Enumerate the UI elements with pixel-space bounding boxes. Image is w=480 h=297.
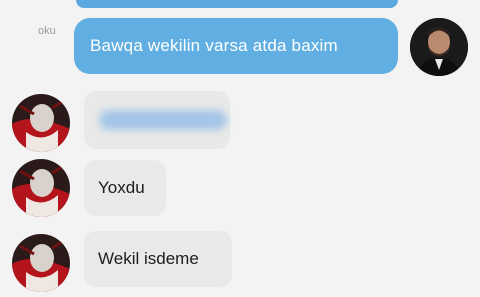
user-avatar-image	[410, 18, 468, 76]
contact-avatar-image	[12, 234, 70, 292]
contact-avatar[interactable]	[12, 234, 70, 292]
incoming-message-bubble[interactable]: Yoxdu	[84, 160, 166, 216]
previous-message-bubble-edge	[76, 0, 398, 8]
contact-avatar-image	[12, 159, 70, 217]
contact-avatar-image	[12, 94, 70, 152]
incoming-message-bubble[interactable]: Wekil isdeme	[84, 231, 232, 287]
incoming-message-text: Wekil isdeme	[98, 249, 199, 268]
read-status-label: oku	[38, 25, 56, 37]
outgoing-message-bubble[interactable]: Bawqa wekilin varsa atda baxim	[74, 18, 398, 74]
blurred-message-content	[99, 110, 227, 130]
incoming-message-text: Yoxdu	[98, 178, 145, 197]
contact-avatar[interactable]	[12, 94, 70, 152]
contact-avatar[interactable]	[12, 159, 70, 217]
outgoing-message-text: Bawqa wekilin varsa atda baxim	[90, 36, 338, 55]
user-avatar[interactable]	[410, 18, 468, 76]
